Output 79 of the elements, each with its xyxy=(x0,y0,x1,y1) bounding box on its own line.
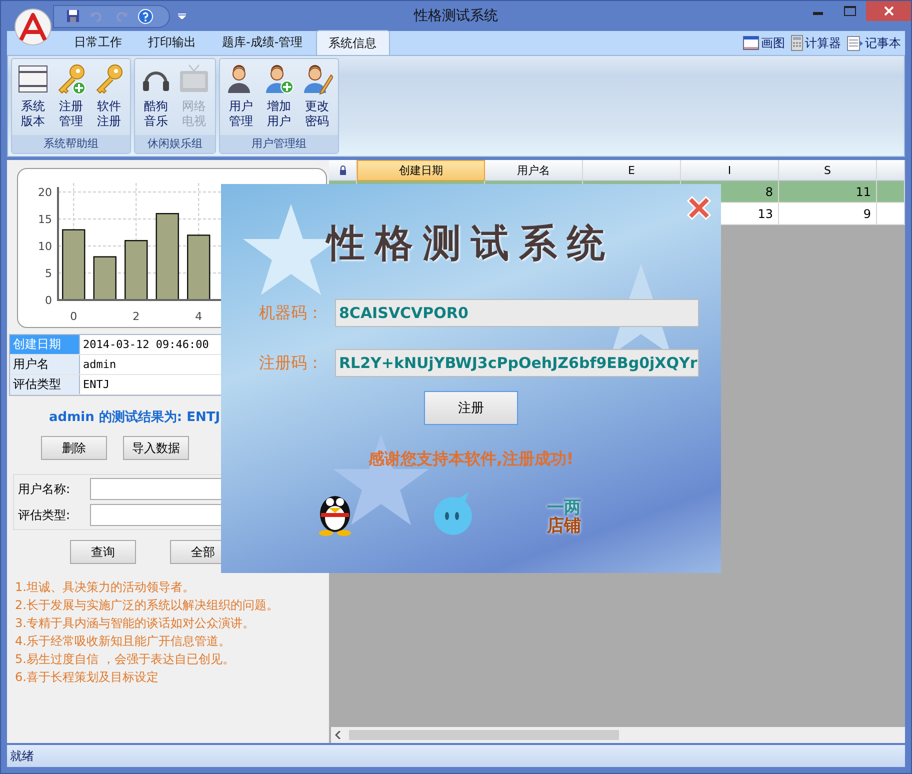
chart-bar xyxy=(93,256,116,301)
ribbon-button[interactable]: 系统版本 xyxy=(16,61,50,133)
column-header[interactable]: 用户名 xyxy=(485,160,583,181)
column-header[interactable]: S xyxy=(779,160,877,181)
table-cell: 9 xyxy=(779,203,877,224)
ribbon-button[interactable]: 更改密码 xyxy=(300,61,334,133)
field-label: 评估类型: xyxy=(18,506,72,524)
user-plus-icon xyxy=(263,63,295,95)
y-tick-label: 5 xyxy=(45,267,52,280)
trait-text: 2.长于发展与实施广泛的系统以解决组织的问题。 xyxy=(15,597,280,614)
ribbon-tab[interactable]: 日常工作 xyxy=(61,30,135,55)
action-button[interactable]: 删除 xyxy=(41,436,107,460)
group-title: 休闲娱乐组 xyxy=(135,135,215,153)
y-tick-label: 15 xyxy=(38,213,52,226)
trait-text: 6.喜于长程策划及目标设定 xyxy=(15,669,160,686)
y-tick-label: 10 xyxy=(38,240,52,253)
scroll-thumb[interactable] xyxy=(349,730,619,740)
result-text: admin 的测试结果为: ENTJ xyxy=(49,409,222,426)
search-button[interactable]: 查询 xyxy=(70,540,136,564)
tv-icon xyxy=(178,63,210,95)
tool-button[interactable]: 记事本 xyxy=(847,34,901,52)
trait-text: 5.易生过度自信 ，会强于表达自已创见。 xyxy=(15,651,236,668)
trait-text: 4.乐于经常吸收新知且能广开信息管道。 xyxy=(15,633,232,650)
column-header[interactable]: 创建日期 xyxy=(357,160,485,181)
detail-label[interactable]: 用户名 xyxy=(10,355,80,374)
trait-text: 1.坦诚、具决策力的活动领导者。 xyxy=(15,579,196,596)
action-button[interactable]: 导入数据 xyxy=(123,436,189,460)
column-header[interactable]: E xyxy=(583,160,681,181)
ribbon-tab[interactable]: 系统信息 xyxy=(316,30,390,55)
machine-code-field[interactable]: 8CAISVCVPOR0 xyxy=(335,299,699,327)
group-title: 用户管理组 xyxy=(220,135,338,153)
save-icon[interactable] xyxy=(66,9,80,23)
group-title: 系统帮助组 xyxy=(12,135,130,153)
field-label: 机器码： xyxy=(259,302,323,324)
detail-value: ENTJ xyxy=(82,377,110,393)
ribbon-tab[interactable]: 题库-成绩-管理 xyxy=(209,30,316,55)
x-tick-label: 4 xyxy=(195,310,202,323)
maximize-icon xyxy=(844,6,856,16)
user-pencil-icon xyxy=(301,63,333,95)
registration-code-field[interactable]: RL2Y+kNUjYBWJ3cPpOehJZ6bf9EBg0jXQYr xyxy=(335,349,699,377)
close-icon xyxy=(884,6,894,16)
table-cell: 11 xyxy=(779,181,877,202)
y-tick-label: 0 xyxy=(45,294,52,307)
ribbon-button[interactable]: 增加用户 xyxy=(262,61,296,133)
window-title: 性格测试系统 xyxy=(412,7,499,25)
ribbon-button[interactable]: 酷狗音乐 xyxy=(139,61,173,133)
chart-bar xyxy=(187,234,210,301)
detail-value: admin xyxy=(82,357,116,373)
help-icon[interactable] xyxy=(138,8,153,24)
x-tick-label: 0 xyxy=(70,310,78,323)
detail-label[interactable]: 评估类型 xyxy=(10,375,80,394)
tool-button[interactable]: 计算器 xyxy=(791,34,841,52)
ribbon-tab[interactable]: 打印输出 xyxy=(135,30,209,55)
register-button[interactable]: 注册 xyxy=(424,391,518,425)
ribbon-button[interactable]: 用户管理 xyxy=(224,61,258,133)
lock-icon xyxy=(338,165,346,175)
ribbon-button[interactable]: 软件注册 xyxy=(92,61,126,133)
dropdown-caret-icon[interactable] xyxy=(178,13,186,19)
close-button[interactable] xyxy=(866,1,911,21)
x-tick-label: 2 xyxy=(132,310,140,323)
ribbon-button[interactable]: 注册管理 xyxy=(54,61,88,133)
paint-window-icon xyxy=(743,36,759,50)
detail-value: 2014-03-12 09:46:00 xyxy=(82,337,209,353)
column-header[interactable]: I xyxy=(681,160,779,181)
notepad-icon xyxy=(847,35,863,51)
y-tick-label: 20 xyxy=(38,186,52,199)
dialog-title: 性格测试系统 xyxy=(327,219,615,267)
field-label: 用户名称: xyxy=(18,480,72,498)
success-message: 感谢您支持本软件,注册成功! xyxy=(368,449,574,470)
tool-button[interactable]: 画图 xyxy=(743,34,785,52)
horizontal-scrollbar[interactable] xyxy=(331,727,905,743)
status-text: 就绪 xyxy=(10,748,34,764)
field-label: 注册码： xyxy=(259,352,323,374)
window-icon xyxy=(17,63,49,95)
trait-text: 3.专精于具内涵与智能的谈话如对公众演讲。 xyxy=(15,615,256,632)
lock-header[interactable] xyxy=(329,160,357,181)
calculator-icon xyxy=(791,35,803,51)
chart-bar xyxy=(124,240,148,301)
chart-bar xyxy=(62,229,86,301)
